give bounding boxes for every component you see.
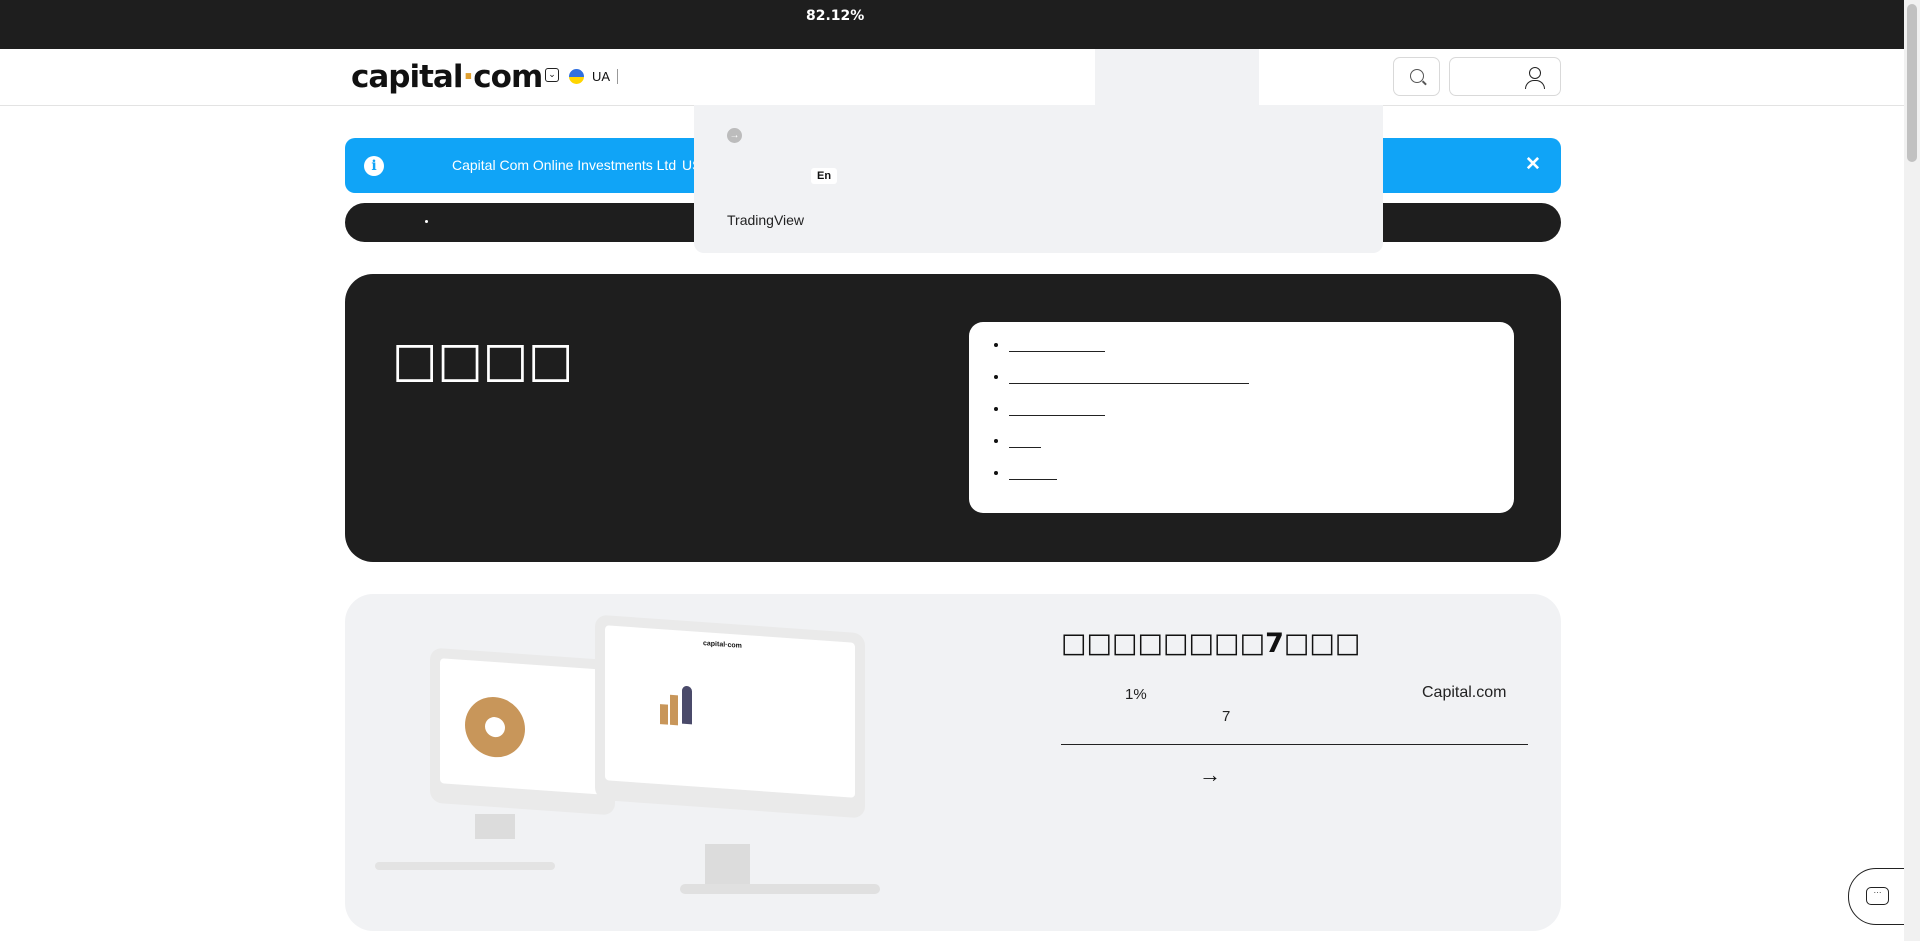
- monitor-stand: [475, 814, 515, 839]
- promo-title: □□□□□□□□7□□□: [1061, 628, 1361, 659]
- monitor-front: capital·com: [595, 614, 865, 819]
- ukraine-flag-icon: [569, 69, 584, 84]
- screen-logo: capital·com: [703, 640, 742, 650]
- hero-section: □□□□: [345, 274, 1561, 562]
- chevron-down-icon[interactable]: ⌄: [545, 68, 559, 82]
- page-title: □□□□: [392, 332, 574, 388]
- toc-item[interactable]: [1009, 401, 1514, 433]
- promo-number: 7: [1222, 708, 1231, 725]
- chat-icon: ···: [1866, 887, 1889, 905]
- divider: [1061, 744, 1528, 745]
- nav-dropdown-menu: → En TradingView: [694, 105, 1383, 253]
- promo-brand: Capital.com: [1422, 684, 1507, 701]
- arrow-right-icon[interactable]: →: [727, 128, 742, 143]
- toc-item[interactable]: [1009, 433, 1514, 465]
- monitor-back: [430, 647, 615, 816]
- language-badge[interactable]: En: [811, 168, 838, 184]
- logo-end: com: [473, 59, 543, 95]
- scrollbar[interactable]: [1904, 0, 1920, 941]
- keyboard: [375, 862, 555, 870]
- site-header: capital·com ⌄ UA: [0, 49, 1904, 106]
- toc-link[interactable]: [1009, 436, 1041, 448]
- logo[interactable]: capital·com: [351, 59, 543, 95]
- toc-link[interactable]: [1009, 404, 1105, 416]
- login-button[interactable]: [1449, 57, 1561, 96]
- divider: [617, 69, 618, 84]
- table-of-contents: [969, 322, 1514, 513]
- promo-card: capital·com □□□□□□□□7□□□ 1% Capital.com …: [345, 594, 1561, 931]
- chat-button[interactable]: ···: [1848, 868, 1908, 925]
- tradingview-link[interactable]: TradingView: [727, 212, 804, 228]
- ticker-dot: [425, 220, 428, 223]
- scrollbar-thumb[interactable]: [1907, 4, 1917, 162]
- toc-link[interactable]: [1009, 468, 1057, 480]
- search-button[interactable]: [1393, 57, 1440, 96]
- toc-link[interactable]: [1009, 340, 1105, 352]
- rocket-illustration: [660, 684, 705, 727]
- close-icon[interactable]: ✕: [1525, 153, 1541, 176]
- progress-text: 82.12%: [806, 8, 865, 24]
- logo-dot: ·: [462, 59, 474, 95]
- info-icon: i: [364, 156, 384, 176]
- country-selector[interactable]: UA: [592, 69, 610, 84]
- toc-item[interactable]: [1009, 337, 1514, 369]
- monitor-stand-front: [705, 844, 750, 884]
- info-banner-text: Capital Com Online Investments Ltd: [452, 157, 677, 173]
- progress-bar: 82.12%: [0, 0, 1904, 49]
- toc-item[interactable]: [1009, 369, 1514, 401]
- toc-item[interactable]: [1009, 465, 1514, 497]
- logo-main: capital: [351, 59, 463, 95]
- keyboard-front: [680, 884, 880, 894]
- toc-link[interactable]: [1009, 372, 1249, 384]
- promo-percent: 1%: [1125, 686, 1147, 703]
- nav-item-active[interactable]: [1095, 49, 1259, 105]
- arrow-right-icon[interactable]: →: [1199, 762, 1221, 788]
